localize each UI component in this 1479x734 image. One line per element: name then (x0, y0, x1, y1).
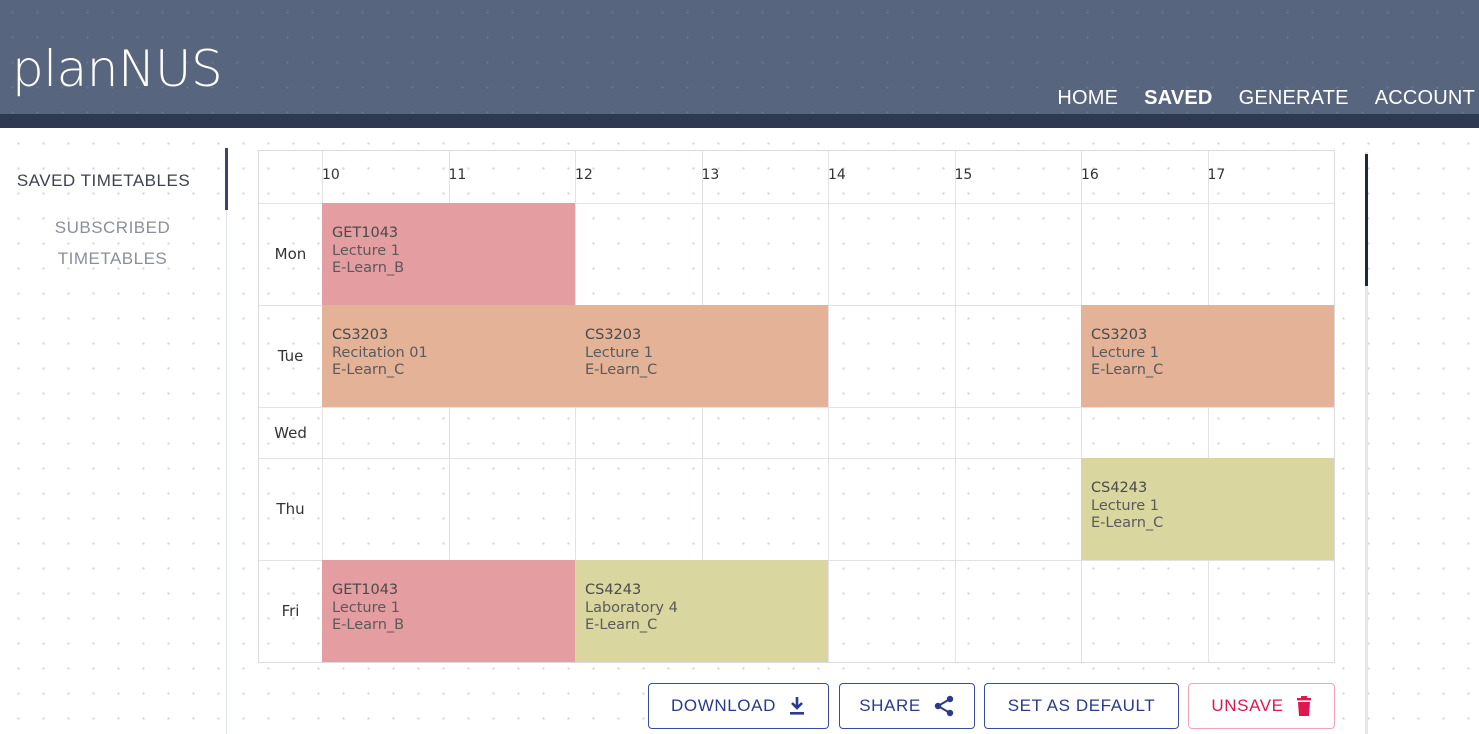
trash-icon (1296, 696, 1311, 716)
scrollbar-thumb[interactable] (1365, 154, 1368, 286)
lesson-slot[interactable]: CS4243 Laboratory 4 E-Learn_C (575, 560, 828, 662)
app-header: planNUS HOME SAVED GENERATE ACCOUNT (0, 0, 1479, 114)
slot-lesson: Laboratory 4 (585, 599, 678, 616)
tab-subscribed-label-line1: SUBSCRIBED (54, 218, 171, 237)
lesson-slot[interactable]: GET1043 Lecture 1 E-Learn_B (322, 560, 575, 662)
slot-venue: E-Learn_B (332, 260, 405, 276)
slot-lesson: Lecture 1 (1091, 497, 1159, 514)
hour-label: 10 (322, 167, 340, 183)
day-label: Fri (281, 602, 300, 620)
unsave-label: UNSAVE (1211, 696, 1284, 715)
tab-subscribed-timetables[interactable]: SUBSCRIBED TIMETABLES (0, 212, 225, 274)
tab-subscribed-label-line2: TIMETABLES (57, 249, 168, 268)
slot-module-code: GET1043 (332, 582, 399, 598)
hour-label: 12 (575, 167, 593, 183)
slot-module-code: CS3203 (1091, 327, 1148, 343)
slot-lesson: Lecture 1 (585, 344, 653, 361)
share-label: SHARE (859, 696, 921, 715)
slot-lesson: Lecture 1 (1091, 344, 1159, 361)
day-label: Thu (276, 500, 305, 518)
share-button[interactable]: SHARE (839, 683, 975, 729)
download-icon (789, 697, 804, 715)
tab-saved-timetables[interactable]: SAVED TIMETABLES (0, 148, 228, 210)
day-label: Wed (274, 423, 307, 442)
download-label: DOWNLOAD (671, 696, 776, 715)
lesson-slot[interactable]: CS3203 Recitation 01 E-Learn_C (322, 305, 575, 407)
sidebar-divider (226, 210, 227, 734)
slot-lesson: Lecture 1 (332, 242, 400, 259)
lesson-slot[interactable]: GET1043 Lecture 1 E-Learn_B (322, 203, 575, 305)
lesson-slot[interactable]: CS4243 Lecture 1 E-Learn_C (1081, 458, 1334, 560)
set-default-button[interactable]: SET AS DEFAULT (984, 683, 1179, 729)
set-default-label: SET AS DEFAULT (1007, 696, 1156, 715)
slot-venue: E-Learn_B (332, 617, 405, 633)
grid-hline (259, 407, 1334, 408)
lesson-slot[interactable]: CS3203 Lecture 1 E-Learn_C (1081, 305, 1334, 407)
app-logo[interactable]: planNUS (12, 44, 223, 94)
hour-label: 17 (1207, 167, 1226, 183)
nav-generate[interactable]: GENERATE (1239, 86, 1349, 110)
slot-venue: E-Learn_C (332, 362, 405, 378)
slot-venue: E-Learn_C (585, 362, 658, 378)
timetable-grid: 10 11 12 13 14 15 16 17 Mon Tue Wed Thu Fri GET1043 Le… (258, 150, 1335, 663)
slot-module-code: CS3203 (585, 327, 642, 343)
slot-venue: E-Learn_C (1091, 362, 1164, 378)
download-button[interactable]: DOWNLOAD (648, 683, 829, 729)
unsave-button[interactable]: UNSAVE (1188, 683, 1335, 729)
slot-module-code: CS4243 (1091, 480, 1148, 496)
hour-label: 13 (701, 167, 720, 183)
slot-module-code: CS3203 (332, 327, 389, 343)
nav-home[interactable]: HOME (1057, 86, 1118, 110)
header-underline (0, 114, 1479, 128)
hour-label: 16 (1081, 167, 1099, 183)
day-label: Mon (274, 245, 307, 263)
slot-venue: E-Learn_C (585, 617, 658, 633)
top-nav: HOME SAVED GENERATE ACCOUNT (1057, 86, 1475, 110)
nav-account[interactable]: ACCOUNT (1375, 86, 1475, 110)
lesson-slot[interactable]: CS3203 Lecture 1 E-Learn_C (575, 305, 828, 407)
slot-lesson: Recitation 01 (332, 344, 428, 361)
share-icon (934, 695, 953, 717)
slot-module-code: GET1043 (332, 225, 399, 241)
nav-saved[interactable]: SAVED (1144, 86, 1212, 110)
slot-venue: E-Learn_C (1091, 515, 1164, 531)
hour-label: 11 (448, 167, 467, 183)
slot-module-code: CS4243 (585, 582, 642, 598)
hour-label: 15 (954, 167, 973, 183)
slot-lesson: Lecture 1 (332, 599, 400, 616)
hour-label: 14 (828, 167, 846, 183)
day-label: Tue (277, 347, 304, 365)
